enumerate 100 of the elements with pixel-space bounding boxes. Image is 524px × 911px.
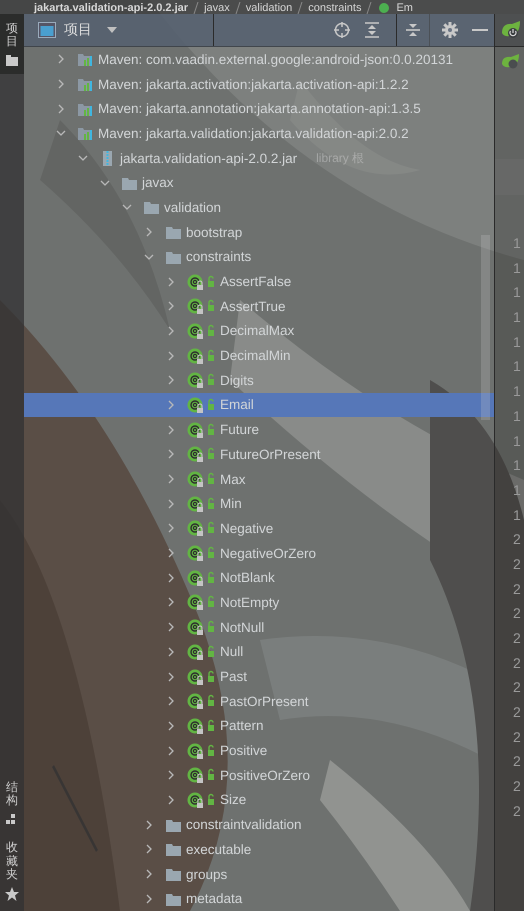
- chevron-right-icon[interactable]: [166, 646, 176, 657]
- chevron-right-icon[interactable]: [166, 746, 176, 756]
- tree-row[interactable]: validation: [24, 195, 494, 220]
- panel-title[interactable]: 项目: [64, 21, 92, 39]
- chevron-right-icon[interactable]: [166, 400, 176, 410]
- chevron-right-icon[interactable]: [144, 844, 154, 854]
- chevron-down-icon[interactable]: [78, 153, 88, 164]
- tree-item-label: Min: [220, 496, 242, 512]
- tree-row[interactable]: executable: [24, 837, 494, 862]
- tree-row[interactable]: Max: [24, 466, 494, 492]
- tree-row[interactable]: Min: [24, 491, 494, 516]
- chevron-right-icon[interactable]: [56, 54, 66, 64]
- tree-row[interactable]: AssertFalse: [24, 269, 494, 294]
- tree-row[interactable]: DecimalMin: [24, 343, 494, 368]
- chevron-right-icon[interactable]: [166, 498, 176, 509]
- chevron-right-icon[interactable]: [166, 350, 176, 361]
- tree-row[interactable]: NegativeOrZero: [24, 540, 494, 566]
- chevron-right-icon[interactable]: [166, 622, 176, 632]
- annotation-icon: [187, 644, 215, 660]
- tree-row[interactable]: Null: [24, 640, 494, 664]
- locate-icon[interactable]: [334, 22, 350, 38]
- tree-row[interactable]: NotNull: [24, 614, 494, 640]
- settings-icon[interactable]: [442, 22, 458, 38]
- tree-item-label: executable: [186, 842, 252, 857]
- tree-row[interactable]: DecimalMax: [24, 318, 494, 344]
- tree-row[interactable]: metadata: [24, 886, 494, 911]
- chevron-right-icon[interactable]: [166, 326, 176, 336]
- chevron-right-icon[interactable]: [166, 597, 176, 608]
- annotation-icon: [187, 471, 215, 488]
- tree-row[interactable]: Future: [24, 417, 494, 442]
- tree-row[interactable]: Digits: [24, 368, 494, 393]
- tree-row[interactable]: Maven: jakarta.validation:jakarta.validation-api:2.0.2: [24, 121, 494, 146]
- tree-row[interactable]: PositiveOrZero: [24, 762, 494, 788]
- chevron-right-icon[interactable]: [166, 696, 176, 706]
- tree-item-label: Maven: com.vaadin.external.google:android-json:0.0.20131: [98, 52, 453, 67]
- chevron-right-icon[interactable]: [144, 227, 154, 238]
- expand-all-icon[interactable]: [364, 22, 380, 38]
- tool-window-tab[interactable]: 结构: [0, 773, 24, 834]
- tree-row[interactable]: Maven: jakarta.activation:jakarta.activation-api:1.2.2: [24, 72, 494, 96]
- chevron-right-icon[interactable]: [144, 894, 154, 904]
- collapse-all-icon[interactable]: [405, 22, 421, 38]
- tree-row[interactable]: Maven: jakarta.annotation:jakarta.annotation-api:1.3.5: [24, 96, 494, 122]
- tree-row[interactable]: Pattern: [24, 714, 494, 738]
- tree-row[interactable]: Maven: com.vaadin.external.google:android-json:0.0.20131: [24, 47, 494, 72]
- breadcrumb-item[interactable]: jakarta.validation-api-2.0.2.jar: [30, 2, 192, 14]
- breadcrumb-item[interactable]: Em: [392, 2, 417, 14]
- tree-row[interactable]: AssertTrue: [24, 294, 494, 319]
- dropdown-caret-icon[interactable]: [106, 26, 118, 34]
- spring-icon[interactable]: [501, 54, 521, 70]
- chevron-right-icon[interactable]: [166, 572, 176, 583]
- tree-row[interactable]: Email: [24, 392, 494, 418]
- chevron-right-icon[interactable]: [166, 276, 176, 287]
- tree-row[interactable]: constraints: [24, 244, 494, 270]
- tree-item-label: Maven: jakarta.activation:jakarta.activation-api:1.2.2: [98, 76, 409, 92]
- spring-icon[interactable]: [500, 21, 522, 39]
- tree-item-label: Size: [220, 792, 246, 808]
- chevron-right-icon[interactable]: [166, 523, 176, 534]
- chevron-right-icon[interactable]: [166, 770, 176, 780]
- tree-row[interactable]: javax: [24, 170, 494, 196]
- chevron-right-icon[interactable]: [56, 79, 66, 90]
- chevron-right-icon[interactable]: [166, 301, 176, 312]
- breadcrumb-item[interactable]: javax: [200, 2, 234, 14]
- chevron-right-icon[interactable]: [166, 474, 176, 484]
- scrollbar[interactable]: [481, 235, 490, 420]
- chevron-right-icon[interactable]: [144, 820, 154, 830]
- chevron-down-icon[interactable]: [122, 202, 132, 212]
- chevron-right-icon[interactable]: [166, 548, 176, 558]
- tree-row[interactable]: NotEmpty: [24, 590, 494, 615]
- chevron-down-icon[interactable]: [144, 252, 154, 262]
- tree-row[interactable]: Negative: [24, 516, 494, 541]
- chevron-right-icon[interactable]: [56, 104, 66, 114]
- line-number: 1: [513, 406, 522, 426]
- chevron-right-icon[interactable]: [166, 449, 176, 460]
- tool-window-tab[interactable]: 收藏夹: [0, 833, 24, 907]
- library-icon: [77, 125, 93, 142]
- minimize-icon[interactable]: [472, 28, 488, 32]
- tree-row[interactable]: Size: [24, 788, 494, 812]
- chevron-right-icon[interactable]: [144, 869, 154, 880]
- tree-row[interactable]: Positive: [24, 738, 494, 763]
- tree-row[interactable]: PastOrPresent: [24, 688, 494, 714]
- chevron-right-icon[interactable]: [166, 424, 176, 435]
- chevron-right-icon[interactable]: [166, 794, 176, 805]
- tree-row[interactable]: bootstrap: [24, 220, 494, 244]
- tree-row[interactable]: NotBlank: [24, 565, 494, 590]
- tree-row[interactable]: constraintvalidation: [24, 812, 494, 837]
- tree-row[interactable]: groups: [24, 862, 494, 886]
- breadcrumb-item[interactable]: constraints: [304, 2, 366, 14]
- chevron-down-icon[interactable]: [100, 178, 110, 188]
- chevron-right-icon[interactable]: [166, 375, 176, 386]
- tool-window-tab[interactable]: 项目: [0, 14, 24, 74]
- tree-item-label: groups: [186, 866, 228, 882]
- chevron-down-icon[interactable]: [56, 128, 66, 138]
- tree-item-label: Max: [220, 472, 246, 487]
- chevron-right-icon[interactable]: [166, 672, 176, 682]
- folder-icon: [143, 199, 159, 216]
- tree-row[interactable]: FutureOrPresent: [24, 442, 494, 467]
- line-number: 2: [513, 629, 522, 648]
- chevron-right-icon[interactable]: [166, 720, 176, 731]
- tree-row[interactable]: Past: [24, 664, 494, 689]
- breadcrumb-item[interactable]: validation: [242, 2, 296, 14]
